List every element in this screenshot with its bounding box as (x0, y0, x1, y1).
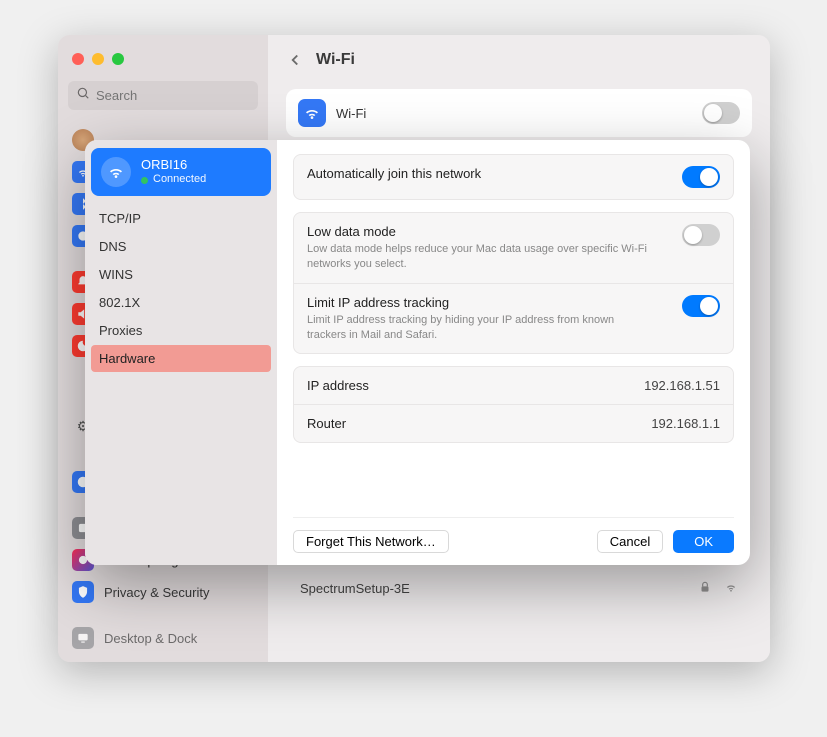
low-data-toggle[interactable] (682, 224, 720, 246)
tab-dns[interactable]: DNS (91, 233, 271, 260)
wifi-label: Wi-Fi (336, 106, 366, 121)
network-status: Connected (153, 173, 206, 187)
ip-info-card: IP address 192.168.1.51 Router 192.168.1… (293, 366, 734, 443)
zoom-window-button[interactable] (112, 53, 124, 65)
ip-address-label: IP address (307, 378, 369, 393)
sidebar-item-desktop[interactable]: Desktop & Dock (58, 622, 268, 654)
cancel-button[interactable]: Cancel (597, 530, 663, 553)
main-header: Wi-Fi (268, 35, 770, 79)
limit-ip-label: Limit IP address tracking (307, 295, 647, 310)
auto-join-toggle[interactable] (682, 166, 720, 188)
tab-proxies[interactable]: Proxies (91, 317, 271, 344)
row-text: Low data mode Low data mode helps reduce… (307, 224, 647, 272)
tab-8021x[interactable]: 802.1X (91, 289, 271, 316)
limit-ip-toggle[interactable] (682, 295, 720, 317)
other-network-row[interactable]: SpectrumSetup-3E (286, 568, 752, 609)
network-name: SpectrumSetup-3E (300, 581, 410, 596)
sidebar-item-label: Privacy & Security (104, 585, 209, 600)
forget-network-button[interactable]: Forget This Network… (293, 530, 449, 553)
traffic-lights (58, 47, 268, 77)
limit-ip-row: Limit IP address tracking Limit IP addre… (294, 283, 733, 354)
row-text: Limit IP address tracking Limit IP addre… (307, 295, 647, 343)
sidebar-item-label: Desktop & Dock (104, 631, 197, 646)
network-info: ORBI16 Connected (141, 157, 206, 187)
wifi-icon (298, 99, 326, 127)
network-status-wrap: Connected (141, 173, 206, 187)
modal-sidebar: ORBI16 Connected TCP/IP DNS WINS 802.1X … (85, 140, 277, 565)
modal-footer: Forget This Network… Cancel OK (293, 517, 734, 553)
status-dot-icon (141, 177, 148, 184)
auto-join-card: Automatically join this network (293, 154, 734, 200)
ip-address-value: 192.168.1.51 (644, 378, 720, 393)
tab-hardware[interactable]: Hardware (91, 345, 271, 372)
low-data-desc: Low data mode helps reduce your Mac data… (307, 242, 647, 272)
privacy-icon (72, 581, 94, 603)
search-field-wrap[interactable] (68, 81, 258, 110)
lock-icon (698, 580, 712, 597)
limit-ip-desc: Limit IP address tracking by hiding your… (307, 313, 647, 343)
modal-network-header[interactable]: ORBI16 Connected (91, 148, 271, 196)
ok-button[interactable]: OK (673, 530, 734, 553)
tab-wins[interactable]: WINS (91, 261, 271, 288)
network-name: ORBI16 (141, 157, 206, 173)
router-value: 192.168.1.1 (651, 416, 720, 431)
modal-tabs: TCP/IP DNS WINS 802.1X Proxies Hardware (91, 202, 271, 375)
network-details-modal: ORBI16 Connected TCP/IP DNS WINS 802.1X … (85, 140, 750, 565)
back-button[interactable] (286, 51, 304, 69)
low-data-row: Low data mode Low data mode helps reduce… (294, 213, 733, 283)
auto-join-row: Automatically join this network (294, 155, 733, 199)
desktop-icon (72, 627, 94, 649)
router-label: Router (307, 416, 346, 431)
close-window-button[interactable] (72, 53, 84, 65)
auto-join-label: Automatically join this network (307, 166, 481, 181)
wifi-icon (101, 157, 131, 187)
settings-card: Low data mode Low data mode helps reduce… (293, 212, 734, 354)
low-data-label: Low data mode (307, 224, 647, 239)
network-indicators (698, 580, 738, 597)
wifi-toggle-card: Wi-Fi (286, 89, 752, 137)
sidebar-item-privacy[interactable]: Privacy & Security (58, 576, 268, 608)
tab-tcpip[interactable]: TCP/IP (91, 205, 271, 232)
wifi-signal-icon (724, 580, 738, 597)
page-title: Wi-Fi (316, 51, 355, 69)
ip-address-row: IP address 192.168.1.51 (294, 367, 733, 404)
wifi-master-toggle[interactable] (702, 102, 740, 124)
minimize-window-button[interactable] (92, 53, 104, 65)
modal-main: Automatically join this network Low data… (277, 140, 750, 565)
row-text: Automatically join this network (307, 166, 481, 181)
search-icon (76, 86, 90, 105)
search-input[interactable] (96, 88, 250, 103)
router-row: Router 192.168.1.1 (294, 404, 733, 442)
